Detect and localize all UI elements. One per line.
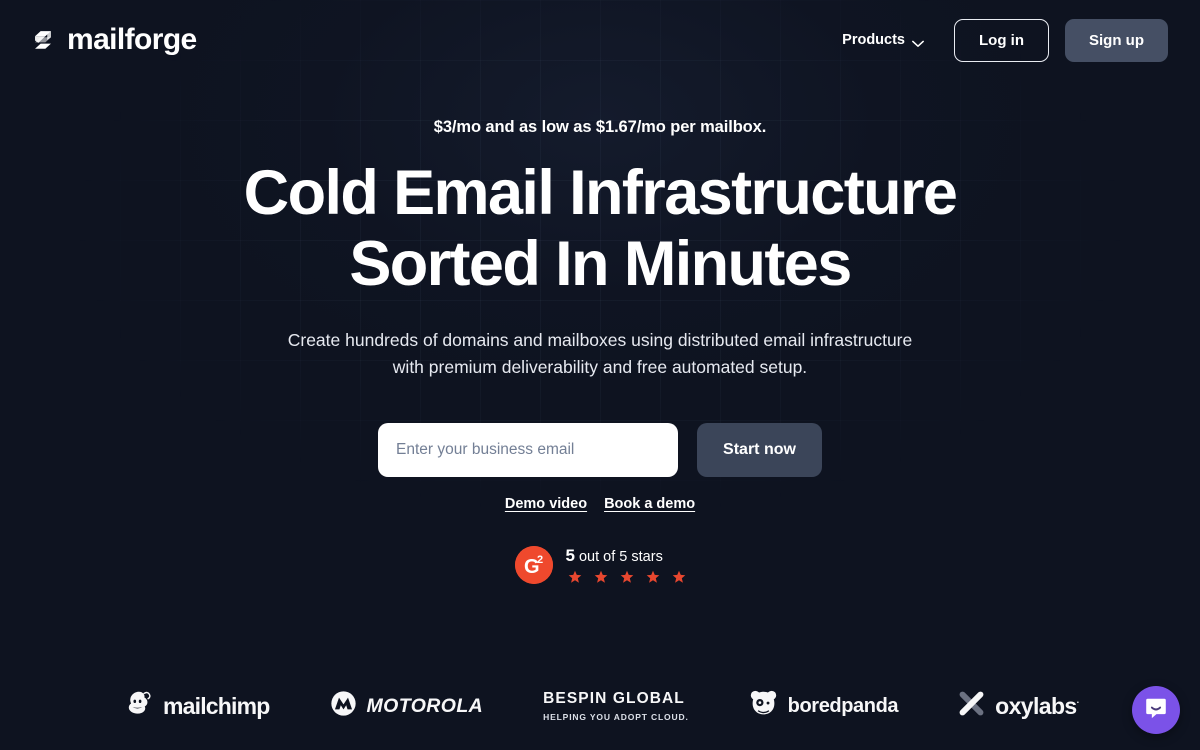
nav-products-dropdown[interactable]: Products: [836, 24, 930, 56]
svg-text:2: 2: [537, 554, 543, 566]
chat-bubble-icon: [1144, 696, 1168, 725]
header-nav: Products Log in Sign up: [836, 18, 1168, 62]
landing-page: mailforge Products Log in Sign up $3/mo …: [0, 0, 1200, 750]
star-icon: [672, 570, 686, 584]
motorola-wordmark: MOTOROLA: [366, 694, 484, 717]
oxylabs-x-icon: [958, 690, 985, 722]
motorola-m-icon: [330, 690, 357, 722]
logo-mailchimp: mailchimp: [121, 689, 270, 724]
mailforge-logo-icon: [28, 25, 58, 55]
rating-score: 5: [565, 545, 575, 565]
demo-video-link[interactable]: Demo video: [505, 496, 587, 512]
book-a-demo-link[interactable]: Book a demo: [604, 496, 695, 512]
logo-oxylabs: oxylabs·: [958, 690, 1080, 722]
g2-rating: G 2 5 out of 5 stars: [514, 545, 686, 584]
site-header: mailforge Products Log in Sign up: [0, 0, 1200, 80]
signup-form: Start now: [378, 422, 822, 477]
secondary-links: Demo video Book a demo: [505, 496, 695, 512]
mailchimp-monkey-icon: [121, 689, 153, 724]
bespin-wordmark: BESPIN GLOBAL: [543, 690, 685, 707]
email-input[interactable]: [378, 422, 679, 477]
boredpanda-wordmark: boredpanda: [787, 694, 899, 717]
subhead-line-1: Create hundreds of domains and mailboxes…: [287, 330, 806, 351]
hero-subheadline: Create hundreds of domains and mailboxes…: [270, 327, 930, 381]
page-title: Cold Email Infrastructure Sorted In Minu…: [243, 158, 958, 299]
oxylabs-registered-mark: ·: [1076, 696, 1080, 707]
g2-badge-icon: G 2: [514, 545, 553, 584]
star-icon: [620, 570, 634, 584]
login-button[interactable]: Log in: [954, 18, 1049, 62]
rating-details: 5 out of 5 stars: [566, 546, 686, 584]
logo-bespin-global: BESPIN GLOBAL HELPING YOU ADOPT CLOUD.: [543, 690, 689, 722]
chat-widget-button[interactable]: [1132, 686, 1180, 734]
mailchimp-wordmark: mailchimp: [162, 692, 270, 719]
signup-button[interactable]: Sign up: [1065, 18, 1168, 62]
pricing-eyebrow: $3/mo and as low as $1.67/mo per mailbox…: [433, 118, 767, 136]
start-now-button[interactable]: Start now: [697, 422, 822, 477]
logo-boredpanda: boredpanda: [749, 689, 899, 723]
logo-motorola: MOTOROLA: [330, 690, 484, 722]
brand-logo[interactable]: mailforge: [28, 25, 197, 55]
star-icon: [568, 570, 582, 584]
nav-products-label: Products: [842, 32, 905, 48]
rating-text: 5 out of 5 stars: [566, 546, 686, 566]
customer-logo-strip: mailchimp MOTOROLA BESPIN GLOBAL HELPING…: [0, 678, 1200, 734]
headline-line-1: Cold Email Infrastructure: [243, 158, 958, 228]
rating-suffix: out of 5 stars: [574, 548, 663, 565]
star-icon: [646, 570, 660, 584]
rating-stars: [566, 570, 686, 584]
oxylabs-word-text: oxylabs: [995, 692, 1077, 719]
oxylabs-wordmark: oxylabs·: [995, 692, 1080, 720]
brand-name: mailforge: [67, 23, 197, 56]
star-icon: [594, 570, 608, 584]
bespin-tagline: HELPING YOU ADOPT CLOUD.: [543, 712, 689, 722]
chevron-down-icon: [912, 36, 924, 47]
boredpanda-panda-icon: [749, 689, 778, 723]
hero-section: $3/mo and as low as $1.67/mo per mailbox…: [0, 118, 1200, 584]
headline-line-2: Sorted In Minutes: [349, 228, 852, 299]
